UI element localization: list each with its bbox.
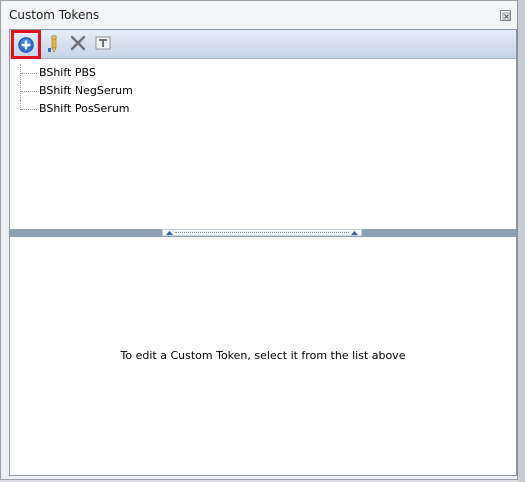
tree-item[interactable]: BShift NegSerum — [20, 82, 320, 100]
delete-token-button[interactable] — [67, 32, 91, 56]
pencil-icon — [48, 35, 57, 53]
text-token-button[interactable] — [92, 32, 116, 56]
arrow-up-icon — [351, 231, 358, 235]
splitter-grip[interactable] — [162, 229, 362, 236]
add-token-button[interactable] — [11, 30, 41, 59]
plus-circle-icon — [18, 37, 34, 53]
tree-item[interactable]: BShift PBS — [20, 64, 320, 82]
tree-item-label[interactable]: BShift NegSerum — [39, 84, 133, 97]
arrow-up-icon — [166, 231, 173, 235]
window-title: Custom Tokens — [9, 8, 100, 22]
rename-token-button[interactable] — [43, 32, 67, 56]
close-icon — [502, 12, 511, 21]
tree-connector — [21, 109, 37, 110]
tree-item[interactable]: BShift PosSerum — [20, 100, 320, 118]
text-box-icon — [95, 36, 111, 50]
tree-connector — [21, 91, 37, 92]
title-bar[interactable]: Custom Tokens — [1, 1, 517, 29]
x-icon — [70, 35, 86, 51]
tree-connector — [21, 73, 37, 74]
tree-item-label[interactable]: BShift PosSerum — [39, 102, 130, 115]
background-edge — [518, 0, 525, 482]
custom-tokens-window: Custom Tokens BShift PBS BShift NegSerum… — [0, 0, 518, 480]
token-panel: BShift PBS BShift NegSerum BShift PosSer… — [9, 29, 517, 476]
editor-hint: To edit a Custom Token, select it from t… — [120, 349, 406, 362]
grip-dots — [175, 232, 349, 233]
toolbar — [10, 30, 516, 59]
close-button[interactable] — [500, 10, 511, 21]
token-editor: To edit a Custom Token, select it from t… — [10, 237, 516, 475]
token-tree: BShift PBS BShift NegSerum BShift PosSer… — [10, 60, 516, 229]
splitter[interactable] — [10, 229, 516, 237]
tree-item-label[interactable]: BShift PBS — [39, 66, 96, 79]
